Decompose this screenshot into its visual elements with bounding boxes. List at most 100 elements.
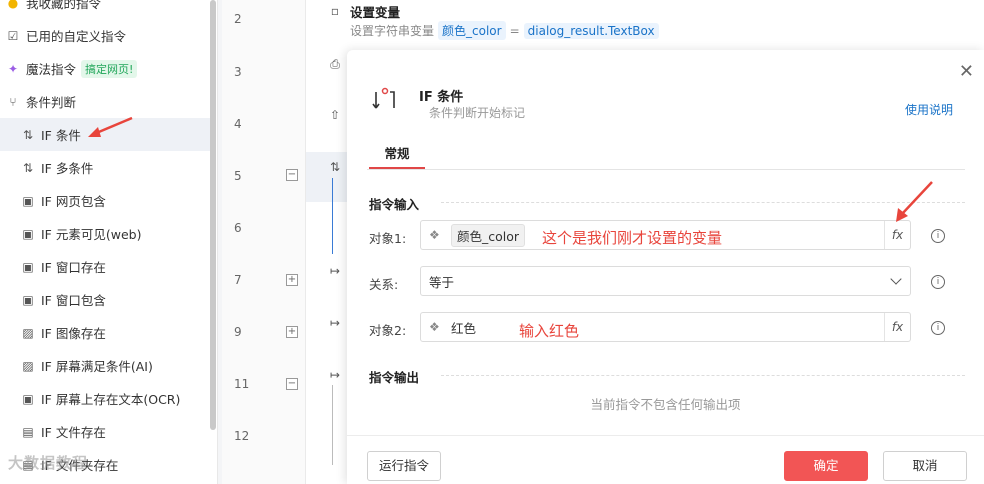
dialog-title: IF 条件 [419, 90, 464, 105]
footer-divider [347, 435, 984, 436]
expand-toggle[interactable]: + [286, 274, 298, 286]
expand-toggle[interactable]: + [286, 326, 298, 338]
variable-icon: ▫ [330, 4, 340, 18]
relation-select[interactable]: 等于 [420, 266, 911, 296]
checkbox-icon: ☑ [7, 28, 19, 43]
dialog-subtitle: 条件判断开始标记 [429, 106, 526, 120]
web-icon: ▣ [22, 193, 34, 208]
empty-output-text: 当前指令不包含任何输出项 [590, 397, 741, 412]
promo-badge: 搞定网页! [81, 59, 138, 78]
line-number: 2 [234, 12, 242, 26]
relation-value: 等于 [429, 274, 455, 290]
info-icon[interactable]: i [931, 275, 945, 289]
output-section-title: 指令输出 [369, 370, 420, 385]
ocr-icon: ▣ [22, 391, 34, 406]
collapse-toggle[interactable]: − [286, 378, 298, 390]
input-section-title: 指令输入 [369, 197, 420, 212]
line-number: 3 [234, 65, 242, 79]
if-icon: ⇅ [22, 127, 34, 142]
line-number: 5 [234, 169, 242, 183]
step-desc-prefix: 设置字符串变量 [350, 24, 435, 38]
star-icon: ● [7, 0, 19, 10]
value-chip: dialog_result.TextBox [523, 22, 659, 39]
python-icon: ❖ [429, 320, 440, 334]
sidebar-item-if-web-contains[interactable]: ▣ IF 网页包含 [0, 184, 210, 217]
sidebar-item-used-custom[interactable]: ☑ 已用的自定义指令 [0, 19, 210, 52]
branch-icon: ↦ [329, 368, 341, 382]
sidebar-item-if[interactable]: ⇅ IF 条件 [0, 118, 210, 151]
sidebar-item-condition[interactable]: ⑂ 条件判断 [0, 85, 210, 118]
fx-button[interactable]: fx [884, 313, 910, 341]
run-command-button[interactable]: 运行指令 [367, 451, 441, 481]
sidebar-item-magic[interactable]: ✦ 魔法指令 搞定网页! [0, 52, 210, 85]
line-number: 11 [234, 377, 250, 391]
confirm-button[interactable]: 确定 [784, 451, 868, 481]
line-number: 6 [234, 221, 242, 235]
sidebar-item-label: IF 网页包含 [41, 194, 106, 209]
web-icon: ▣ [22, 226, 34, 241]
branch-icon: ↦ [329, 316, 341, 330]
sidebar-item-label: IF 图像存在 [41, 326, 106, 341]
annotation-text: 这个是我们刚才设置的变量 [542, 229, 723, 247]
image-icon: ▨ [22, 325, 34, 340]
branch-icon: ↦ [329, 264, 341, 278]
sidebar-item-label: IF 条件 [41, 128, 81, 143]
step-title[interactable]: 设置变量 [350, 2, 400, 21]
line-number-gutter: 2 3 4 5 6 7 9 11 12 − + + − [222, 0, 306, 484]
sidebar-item-label: 魔法指令 [26, 62, 77, 77]
section-divider [441, 202, 965, 203]
if-icon: ⇅ [22, 160, 34, 175]
equals-sign: = [509, 23, 520, 38]
sidebar-item-label: 已用的自定义指令 [26, 29, 127, 44]
object2-label: 对象2: [369, 323, 407, 338]
object2-value: 红色 [451, 320, 477, 336]
sidebar-item-if-screen-ocr[interactable]: ▣ IF 屏幕上存在文本(OCR) [0, 382, 210, 415]
info-icon[interactable]: i [931, 321, 945, 335]
sidebar-item-label: IF 元素可见(web) [41, 227, 142, 242]
line-number: 9 [234, 325, 242, 339]
collapse-toggle[interactable]: − [286, 169, 298, 181]
command-sidebar: ● 我收藏的指令 ☑ 已用的自定义指令 ✦ 魔法指令 搞定网页! ⑂ 条件判断 … [0, 0, 218, 484]
sidebar-item-if-multi[interactable]: ⇅ IF 多条件 [0, 151, 210, 184]
help-link[interactable]: 使用说明 [905, 101, 953, 118]
ai-icon: ▨ [22, 358, 34, 373]
sidebar-item-if-screen-ai[interactable]: ▨ IF 屏幕满足条件(AI) [0, 349, 210, 382]
block-guide-line [332, 178, 333, 254]
annotation-text: 输入红色 [519, 322, 580, 340]
info-icon[interactable]: i [931, 229, 945, 243]
tab-divider [367, 169, 965, 170]
printer-icon: ⎙ [330, 57, 340, 71]
cancel-button[interactable]: 取消 [883, 451, 967, 481]
line-number: 12 [234, 429, 250, 443]
sidebar-item-label: 条件判断 [26, 95, 77, 110]
sidebar-scrollbar[interactable] [210, 0, 216, 430]
sidebar-item-label: IF 屏幕满足条件(AI) [41, 359, 153, 374]
line-number: 7 [234, 273, 242, 287]
watermark: 大数据教程 [8, 454, 89, 472]
window-icon: ▣ [22, 259, 34, 274]
sidebar-item-if-element-visible[interactable]: ▣ IF 元素可见(web) [0, 217, 210, 250]
sidebar-item-label: IF 窗口存在 [41, 260, 106, 275]
sidebar-item-favorites[interactable]: ● 我收藏的指令 [0, 0, 210, 19]
sidebar-item-if-file-exists[interactable]: ▤ IF 文件存在 [0, 415, 210, 448]
sidebar-item-if-image-exists[interactable]: ▨ IF 图像存在 [0, 316, 210, 349]
section-divider [441, 375, 965, 376]
window-icon: ▣ [22, 292, 34, 307]
tab-general[interactable]: 常规 [369, 143, 425, 169]
step-description: 设置字符串变量 颜色_color = dialog_result.TextBox [350, 21, 663, 40]
close-icon[interactable]: ✕ [959, 63, 974, 81]
fx-button[interactable]: fx [884, 221, 910, 249]
object2-field[interactable]: ❖ 红色 fx [420, 312, 911, 342]
object1-label: 对象1: [369, 231, 407, 246]
branch-icon: ⑂ [9, 94, 17, 109]
python-icon: ❖ [429, 228, 440, 242]
if-condition-icon [372, 87, 395, 109]
line-number: 4 [234, 117, 242, 131]
sidebar-item-label: IF 多条件 [41, 161, 94, 176]
if-icon: ⇅ [329, 160, 341, 174]
relation-label: 关系: [369, 277, 399, 292]
sidebar-item-if-window-contains[interactable]: ▣ IF 窗口包含 [0, 283, 210, 316]
sidebar-item-if-window-exists[interactable]: ▣ IF 窗口存在 [0, 250, 210, 283]
if-condition-dialog: ✕ IF 条件 条件判断开始标记 使用说明 常规 指令输入 对象1: ❖ 颜色_… [347, 50, 984, 484]
variable-chip: 颜色_color [438, 21, 506, 40]
